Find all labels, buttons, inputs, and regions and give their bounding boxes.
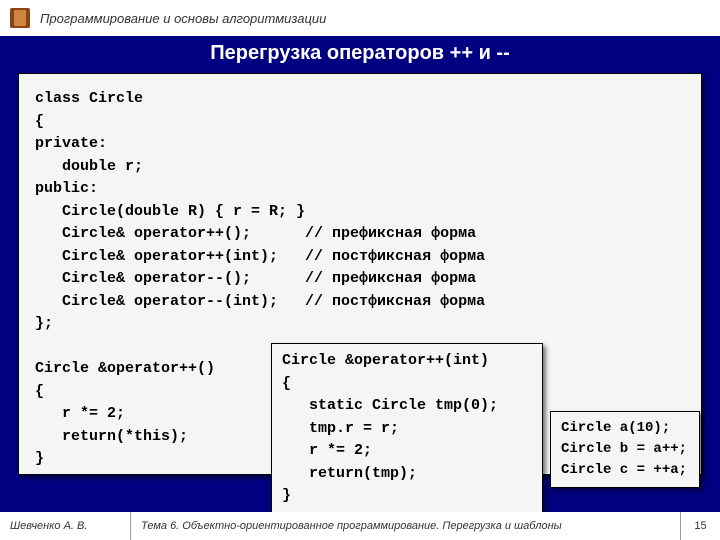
app-icon [10,8,30,28]
header-bar: Программирование и основы алгоритмизации [0,0,720,36]
code-block-postfix: Circle &operator++(int) { static Circle … [271,343,543,515]
footer-author: Шевченко А. В. [0,520,130,532]
footer-bar: Шевченко А. В. Тема 6. Объектно-ориентир… [0,512,720,540]
page-number: 15 [680,512,720,540]
footer-topic: Тема 6. Объектно-ориентированное програм… [131,520,680,532]
slide-body: Перегрузка операторов ++ и -- class Circ… [0,36,720,512]
course-title: Программирование и основы алгоритмизации [40,11,326,26]
slide-title: Перегрузка операторов ++ и -- [0,36,720,73]
code-block-usage: Circle a(10); Circle b = a++; Circle c =… [550,411,700,488]
